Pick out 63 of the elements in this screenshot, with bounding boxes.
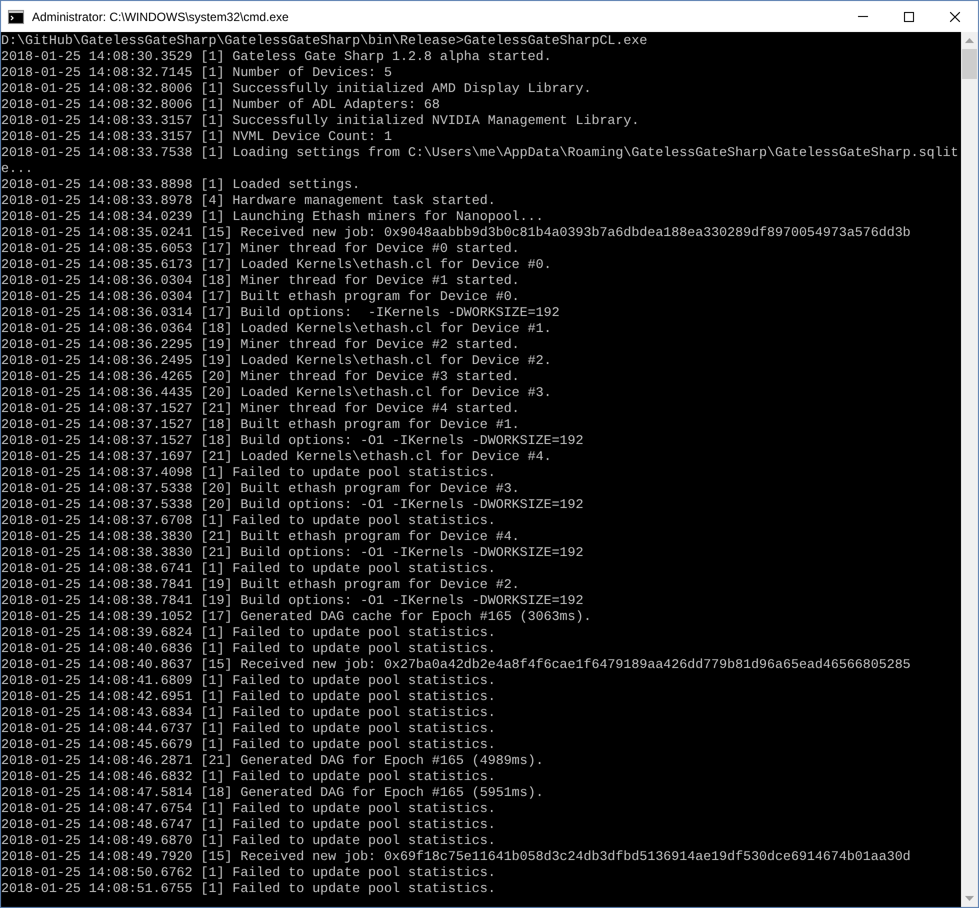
console-app-icon [8, 8, 24, 24]
console-line: 2018-01-25 14:08:32.7145 [1] Number of Devices: 5 [1, 65, 393, 81]
console-line: 2018-01-25 14:08:34.0239 [1] Launching Ethash miners for Nanopool... [1, 209, 545, 225]
console-line: 2018-01-25 14:08:49.6870 [1] Failed to update pool statistics. [1, 833, 497, 849]
console-line: 2018-01-25 14:08:40.8637 [15] Received new job: 0x27ba0a42db2e4a8f4f6cae1f6479189aa426dd779b81d96a65ead46566805285 [1, 657, 912, 673]
console-line: 2018-01-25 14:08:36.0304 [18] Miner thread for Device #1 started. [1, 273, 521, 289]
console-line: 2018-01-25 14:08:38.7841 [19] Build options: -O1 -IKernels -DWORKSIZE=192 [1, 593, 584, 609]
console-line: 2018-01-25 14:08:37.6708 [1] Failed to update pool statistics. [1, 513, 497, 529]
console-line: 2018-01-25 14:08:33.7538 [1] Loading settings from C:\Users\me\AppData\Roaming\GatelessGateSharp\GatelessGateSharp.sqlit [1, 145, 960, 161]
console-line: 2018-01-25 14:08:48.6747 [1] Failed to update pool statistics. [1, 817, 497, 833]
console-line: 2018-01-25 14:08:38.6741 [1] Failed to update pool statistics. [1, 561, 497, 577]
close-icon [950, 12, 960, 22]
console-line: 2018-01-25 14:08:45.6679 [1] Failed to update pool statistics. [1, 737, 497, 753]
console-line: 2018-01-25 14:08:37.4098 [1] Failed to update pool statistics. [1, 465, 497, 481]
scrollbar-thumb[interactable] [962, 49, 977, 79]
console-line: 2018-01-25 14:08:37.1527 [18] Built ethash program for Device #1. [1, 417, 521, 433]
console-line: 2018-01-25 14:08:37.5338 [20] Build options: -O1 -IKernels -DWORKSIZE=192 [1, 497, 584, 513]
console-line: 2018-01-25 14:08:39.1052 [17] Generated DAG cache for Epoch #165 (3063ms). [1, 609, 592, 625]
console-line: 2018-01-25 14:08:38.3830 [21] Build options: -O1 -IKernels -DWORKSIZE=192 [1, 545, 584, 561]
console-line: 2018-01-25 14:08:35.6053 [17] Miner thread for Device #0 started. [1, 241, 521, 257]
console-line: 2018-01-25 14:08:50.6762 [1] Failed to update pool statistics. [1, 865, 497, 881]
scroll-up-icon[interactable] [965, 38, 974, 43]
console-line: 2018-01-25 14:08:46.6832 [1] Failed to update pool statistics. [1, 769, 497, 785]
console-line: 2018-01-25 14:08:43.6834 [1] Failed to update pool statistics. [1, 705, 497, 721]
console-line: 2018-01-25 14:08:35.0241 [15] Received new job: 0x9048aabbb9d3b0c81b4a0393b7a6dbdea188ea330289df8970054973a576dd3b [1, 225, 912, 241]
console-line: 2018-01-25 14:08:37.5338 [20] Built ethash program for Device #3. [1, 481, 521, 497]
console-line: 2018-01-25 14:08:44.6737 [1] Failed to update pool statistics. [1, 721, 497, 737]
console-line: 2018-01-25 14:08:33.8978 [4] Hardware management task started. [1, 193, 497, 209]
scrollbar[interactable] [961, 32, 978, 907]
console-line: 2018-01-25 14:08:42.6951 [1] Failed to update pool statistics. [1, 689, 497, 705]
console-line: 2018-01-25 14:08:36.0304 [17] Built ethash program for Device #0. [1, 289, 521, 305]
window-title: Administrator: C:\WINDOWS\system32\cmd.exe [32, 8, 289, 26]
console-line: 2018-01-25 14:08:36.2495 [19] Loaded Kernels\ethash.cl for Device #2. [1, 353, 553, 369]
console-line: D:\GitHub\GatelessGateSharp\GatelessGateSharp\bin\Release>GatelessGateSharpCL.exe [1, 33, 648, 49]
console-line: 2018-01-25 14:08:32.8006 [1] Successfully initialized AMD Display Library. [1, 81, 592, 97]
console-line: 2018-01-25 14:08:33.8898 [1] Loaded settings. [1, 177, 362, 193]
console-line: 2018-01-25 14:08:46.2871 [21] Generated DAG for Epoch #165 (4989ms). [1, 753, 545, 769]
console-line: 2018-01-25 14:08:36.0314 [17] Build options: -IKernels -DWORKSIZE=192 [1, 305, 561, 321]
console-line: 2018-01-25 14:08:47.5814 [18] Generated DAG for Epoch #165 (5951ms). [1, 785, 545, 801]
scroll-down-icon[interactable] [965, 896, 974, 901]
console-line: 2018-01-25 14:08:36.0364 [18] Loaded Kernels\ethash.cl for Device #1. [1, 321, 553, 337]
console-line: 2018-01-25 14:08:33.3157 [1] Successfully initialized NVIDIA Management Library. [1, 113, 640, 129]
console-line: 2018-01-25 14:08:39.6824 [1] Failed to update pool statistics. [1, 625, 497, 641]
console-line: 2018-01-25 14:08:51.6755 [1] Failed to update pool statistics. [1, 881, 497, 897]
console-line: 2018-01-25 14:08:36.4435 [20] Loaded Kernels\ethash.cl for Device #3. [1, 385, 553, 401]
console-line: 2018-01-25 14:08:49.7920 [15] Received new job: 0x69f18c75e11641b058d3c24db3dfbd5136914ae19df530dce6914674b01aa30d [1, 849, 912, 865]
console-line: 2018-01-25 14:08:38.7841 [19] Built ethash program for Device #2. [1, 577, 521, 593]
console-line: 2018-01-25 14:08:30.3529 [1] Gateless Gate Sharp 1.2.8 alpha started. [1, 49, 553, 65]
console-line: 2018-01-25 14:08:37.1527 [18] Build options: -O1 -IKernels -DWORKSIZE=192 [1, 433, 584, 449]
console-line: 2018-01-25 14:08:41.6809 [1] Failed to update pool statistics. [1, 673, 497, 689]
console-line: 2018-01-25 14:08:33.3157 [1] NVML Device Count: 1 [1, 129, 393, 145]
console-line: e... [1, 161, 34, 177]
console-line: 2018-01-25 14:08:35.6173 [17] Loaded Kernels\ethash.cl for Device #0. [1, 257, 553, 273]
console-line: 2018-01-25 14:08:37.1697 [21] Loaded Kernels\ethash.cl for Device #4. [1, 449, 553, 465]
console-line: 2018-01-25 14:08:37.1527 [21] Miner thread for Device #4 started. [1, 401, 521, 417]
console-line: 2018-01-25 14:08:36.2295 [19] Miner thread for Device #2 started. [1, 337, 521, 353]
console-line: 2018-01-25 14:08:47.6754 [1] Failed to update pool statistics. [1, 801, 497, 817]
console-line: 2018-01-25 14:08:40.6836 [1] Failed to update pool statistics. [1, 641, 497, 657]
maximize-icon [904, 12, 914, 22]
minimize-icon [858, 16, 868, 17]
console-line: 2018-01-25 14:08:36.4265 [20] Miner thread for Device #3 started. [1, 369, 521, 385]
console-line: 2018-01-25 14:08:32.8006 [1] Number of ADL Adapters: 68 [1, 97, 441, 113]
console-line: 2018-01-25 14:08:38.3830 [21] Built ethash program for Device #4. [1, 529, 521, 545]
